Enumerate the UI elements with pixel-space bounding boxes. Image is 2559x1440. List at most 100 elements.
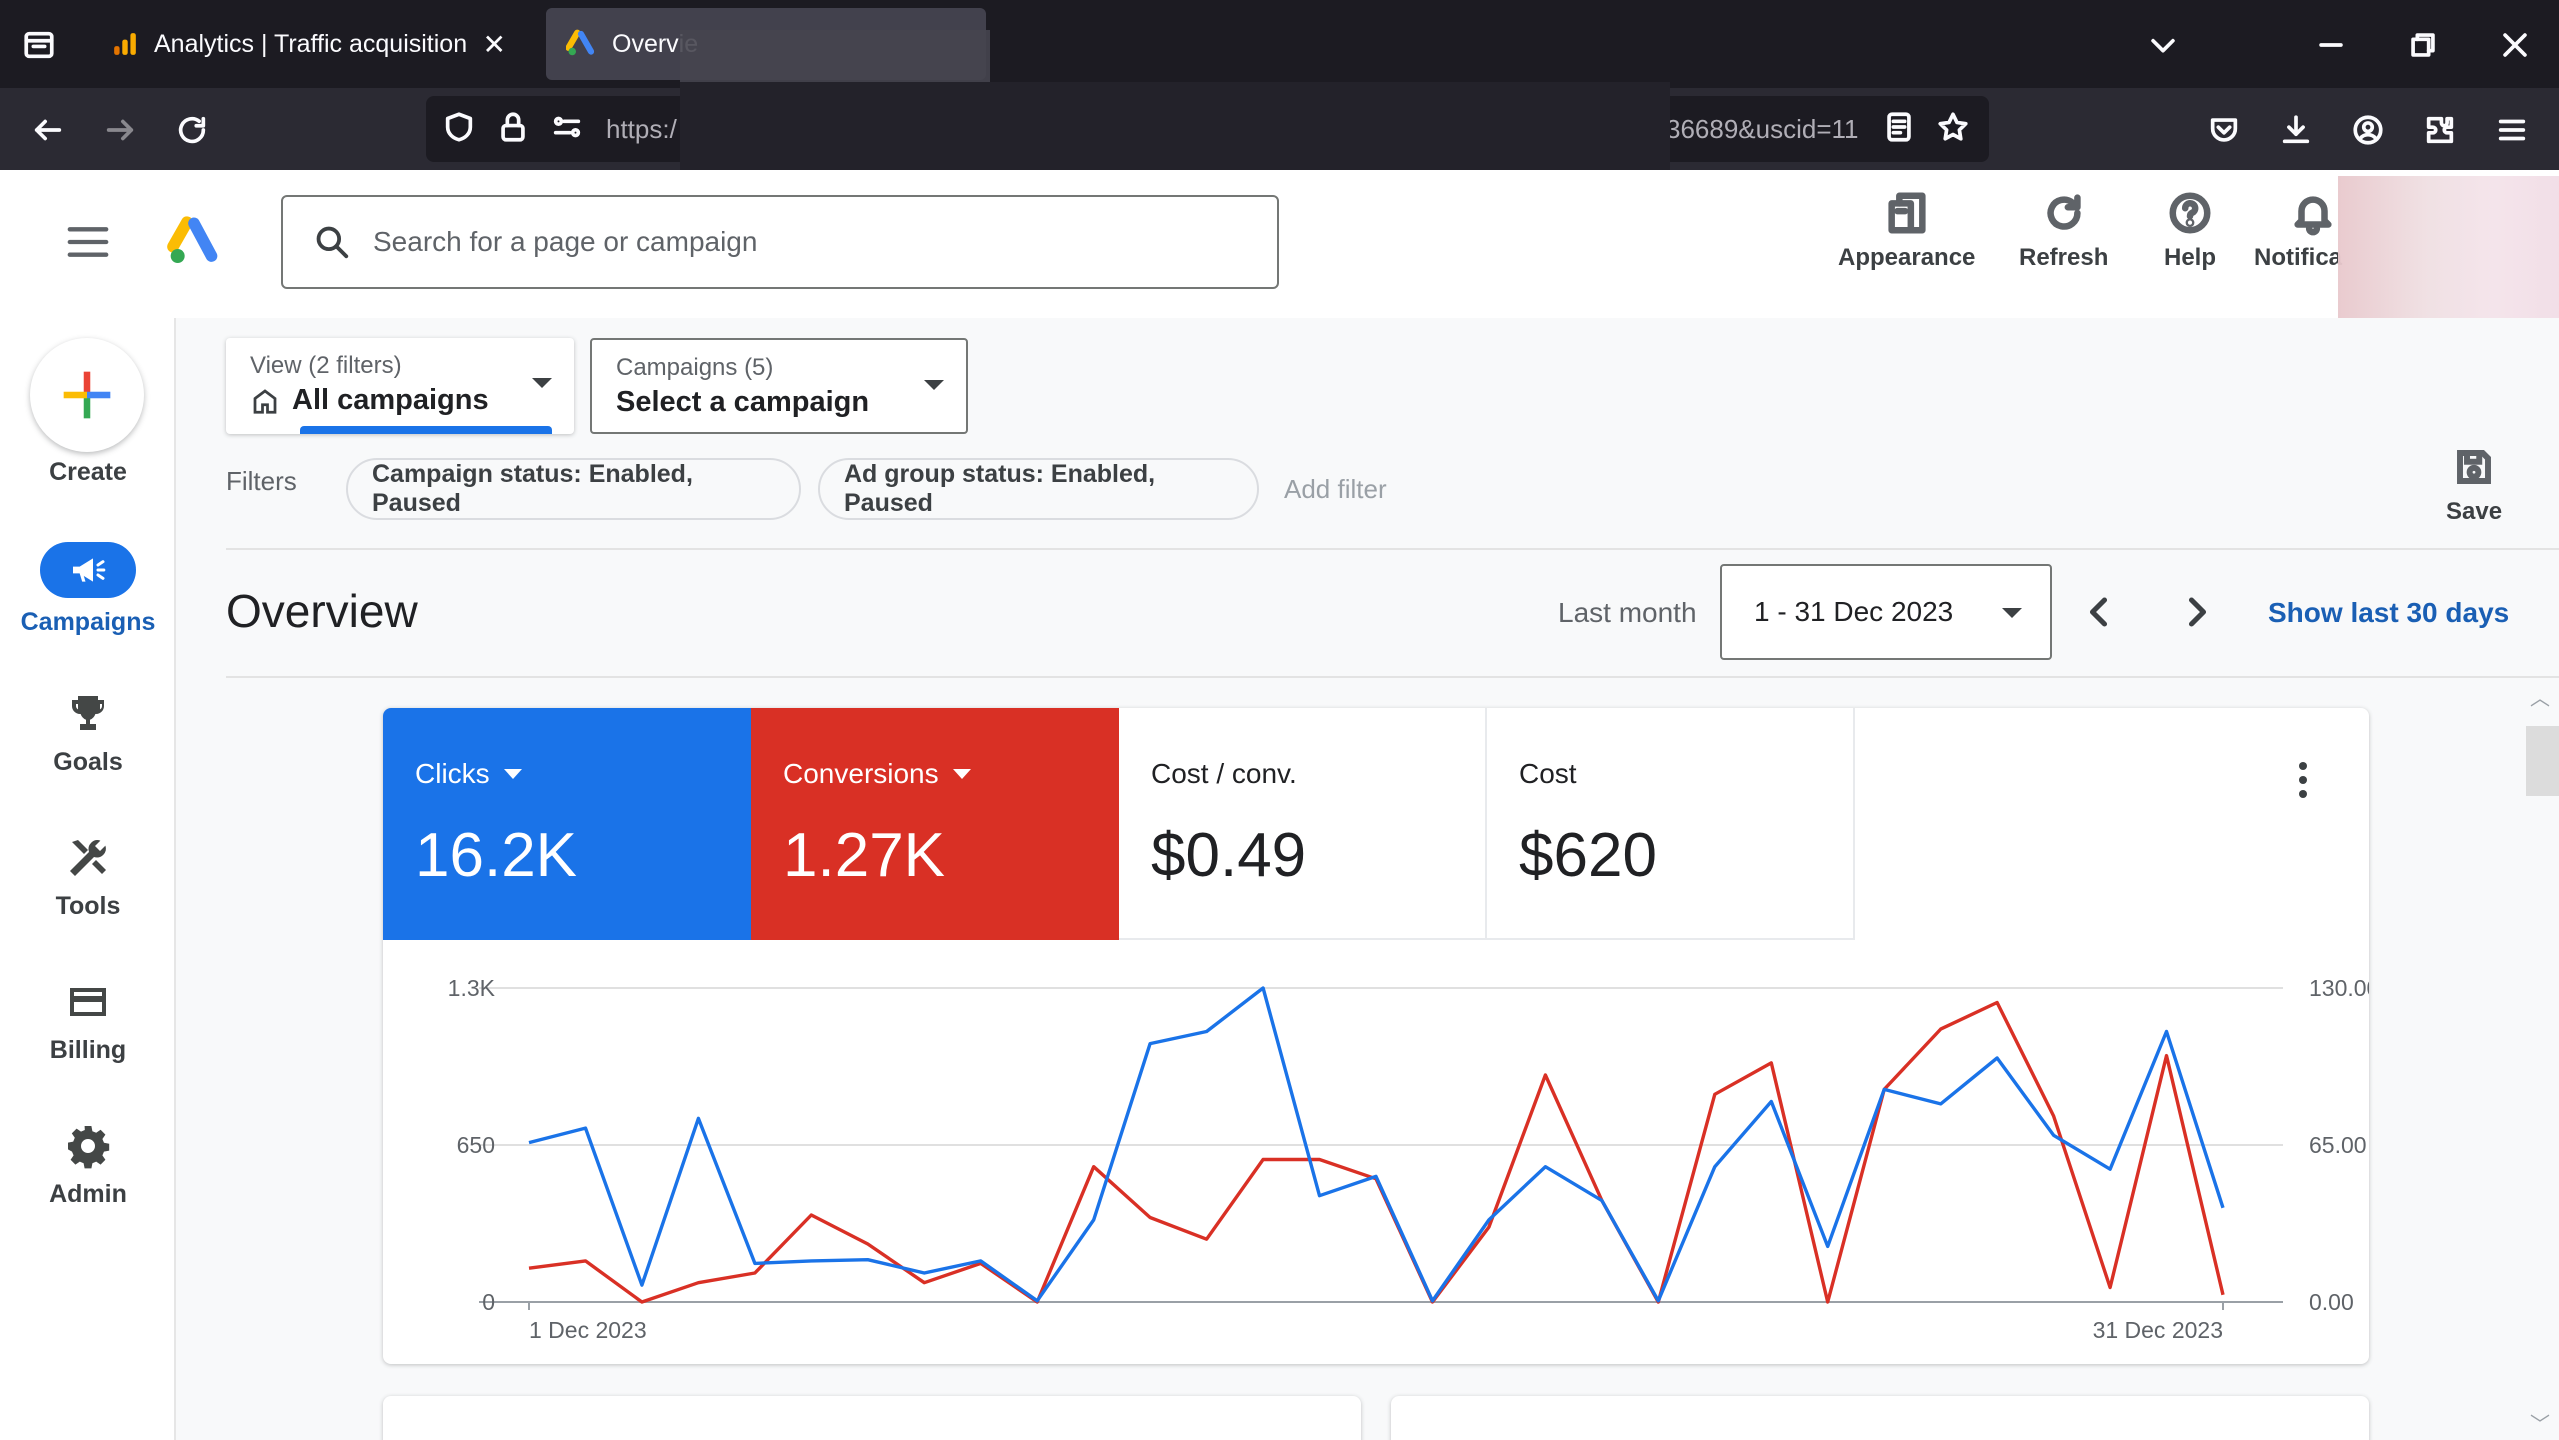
chevron-left-icon	[2089, 597, 2108, 627]
nav-tools[interactable]: Tools	[0, 834, 176, 921]
x-tick-label: 31 Dec 2023	[2093, 1317, 2223, 1343]
notifications-button[interactable]: Notifica	[2254, 190, 2344, 272]
bookmark-star-icon[interactable]	[1936, 110, 1970, 144]
metric-cost[interactable]: Cost $620	[1487, 708, 1855, 940]
hamburger-menu-icon[interactable]	[66, 222, 110, 262]
filter-chip-ad-group-status[interactable]: Ad group status: Enabled, Paused	[818, 458, 1259, 520]
restore-icon[interactable]	[2402, 24, 2444, 66]
next-period-button[interactable]	[2168, 584, 2224, 640]
refresh-icon	[2047, 194, 2081, 230]
dropdown-arrow-icon	[2002, 608, 2022, 618]
minimize-icon[interactable]	[2310, 24, 2352, 66]
filters-label: Filters	[226, 466, 297, 496]
shield-icon[interactable]	[442, 110, 476, 144]
y-left-tick-label: 650	[457, 1132, 495, 1158]
close-tab-icon[interactable]: ✕	[483, 28, 506, 61]
metric-value: $0.49	[1151, 821, 1307, 890]
add-filter-button[interactable]: Add filter	[1284, 474, 1387, 505]
metric-label: Clicks	[415, 758, 490, 789]
tab-title: Analytics | Traffic acquisition: Se	[154, 29, 467, 58]
nav-goals[interactable]: Goals	[0, 690, 176, 777]
y-right-tick-label: 0.00	[2309, 1289, 2354, 1315]
back-icon[interactable]	[26, 108, 70, 152]
metric-value: 1.27K	[783, 821, 946, 890]
performance-chart: 0 0.00 650 65.00 1.3K 130.00 1 Dec 2023 31 Dec …	[448, 975, 2369, 1343]
show-last-30-days-link[interactable]: Show last 30 days	[2268, 597, 2509, 629]
browser-tab-analytics[interactable]: Analytics | Traffic acquisition: Se ✕	[92, 8, 526, 80]
date-range-dropdown[interactable]: 1 - 31 Dec 2023	[1720, 564, 2052, 660]
divider	[226, 548, 2559, 550]
nav-label: Tools	[55, 892, 121, 920]
close-window-icon[interactable]	[2494, 24, 2536, 66]
url-text-start: https:/	[606, 114, 677, 144]
create-label: Create	[49, 458, 127, 486]
extensions-icon[interactable]	[2418, 108, 2462, 152]
create-button[interactable]	[30, 338, 144, 452]
appearance-icon	[1888, 192, 1926, 234]
view-filter-dropdown[interactable]: View (2 filters) All campaigns	[226, 338, 574, 434]
gear-icon	[68, 1126, 110, 1169]
lock-icon[interactable]	[496, 110, 530, 144]
metric-cost-per-conversion[interactable]: Cost / conv. $0.49	[1119, 708, 1487, 940]
y-left-tick-label: 0	[482, 1289, 495, 1315]
chevron-down-icon[interactable]	[2142, 24, 2184, 66]
tab-list-icon[interactable]	[18, 24, 60, 66]
view-filter-count: View (2 filters)	[250, 352, 402, 379]
save-button[interactable]: Save	[2446, 446, 2502, 526]
metric-value: 16.2K	[415, 821, 578, 890]
appearance-label: Appearance	[1838, 244, 1976, 271]
nav-admin[interactable]: Admin	[0, 1122, 176, 1209]
nav-campaigns[interactable]: Campaigns	[0, 542, 176, 637]
metric-clicks[interactable]: Clicks 16.2K	[383, 708, 751, 940]
menu-icon[interactable]	[2490, 108, 2534, 152]
campaigns-icon	[73, 558, 106, 582]
divider	[226, 676, 2559, 678]
save-icon	[2457, 450, 2492, 484]
metric-conversions[interactable]: Conversions 1.27K	[751, 708, 1119, 940]
account-icon[interactable]	[2346, 108, 2390, 152]
reload-icon[interactable]	[170, 108, 214, 152]
dropdown-arrow-icon	[532, 378, 552, 388]
nav-label: Campaigns	[20, 608, 156, 636]
metric-value: $620	[1519, 821, 1657, 890]
overview-card: Clicks 16.2K Conversions 1.27K Cost / co…	[383, 708, 2369, 1364]
previous-period-button[interactable]	[2072, 584, 2128, 640]
home-icon	[253, 388, 277, 414]
metric-label: Cost / conv.	[1151, 758, 1297, 789]
scrollbar-thumb[interactable]	[2526, 726, 2559, 796]
search-input[interactable]: Search for a page or campaign	[281, 195, 1279, 289]
nav-billing[interactable]: Billing	[0, 978, 176, 1065]
date-preset-label: Last month	[1558, 597, 1697, 628]
view-filter-value: All campaigns	[292, 384, 489, 416]
search-icon	[316, 226, 349, 259]
y-right-tick-label: 130.00	[2309, 975, 2369, 1001]
y-left-tick-label: 1.3K	[448, 975, 496, 1001]
google-ads-logo[interactable]	[166, 214, 222, 270]
scroll-up-arrow-icon[interactable]: ︿	[2530, 682, 2550, 711]
forward-icon[interactable]	[98, 108, 142, 152]
more-options-icon[interactable]	[2283, 760, 2323, 800]
series-line-conversions	[528, 1000, 2225, 1304]
recommendations-card	[383, 1396, 1361, 1440]
refresh-button[interactable]: Refresh	[2019, 190, 2108, 272]
date-range-value: 1 - 31 Dec 2023	[1754, 596, 1954, 627]
page-title: Overview	[226, 585, 418, 637]
nav-label: Goals	[53, 748, 123, 776]
download-icon[interactable]	[2274, 108, 2318, 152]
campaign-select-dropdown[interactable]: Campaigns (5) Select a campaign	[590, 338, 968, 434]
google-ads-icon	[566, 29, 595, 56]
filter-chip-campaign-status[interactable]: Campaign status: Enabled, Paused	[346, 458, 801, 520]
dropdown-arrow-icon	[503, 769, 522, 779]
help-button[interactable]: Help	[2164, 190, 2216, 272]
scroll-down-arrow-icon[interactable]: ﹀	[2530, 1408, 2550, 1437]
reader-view-icon[interactable]	[1882, 110, 1916, 144]
lower-right-card	[1391, 1396, 2369, 1440]
appearance-button[interactable]: Appearance	[1838, 190, 1975, 272]
refresh-label: Refresh	[2019, 244, 2109, 271]
url-text-end: 36689&uscid=11	[1666, 114, 1859, 144]
campaign-select-value: Select a campaign	[616, 386, 870, 418]
permissions-icon[interactable]	[550, 110, 584, 144]
notifications-label: Notifica	[2254, 244, 2343, 271]
metric-label: Conversions	[783, 758, 939, 789]
pocket-icon[interactable]	[2202, 108, 2246, 152]
